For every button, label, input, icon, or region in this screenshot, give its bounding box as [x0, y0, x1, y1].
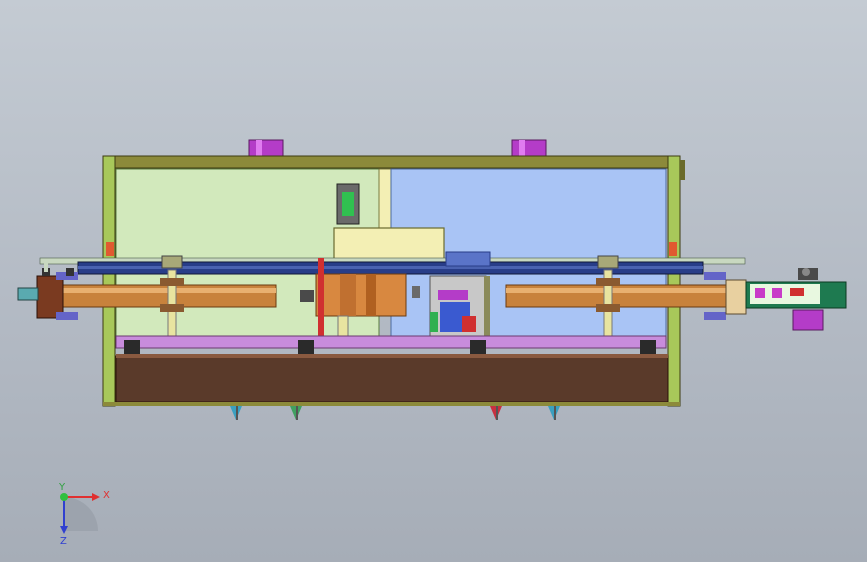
side-bracket-right	[669, 242, 677, 256]
x-axis-label: X	[103, 490, 110, 501]
support-feet	[230, 406, 560, 420]
conveyor-rail	[39, 257, 746, 275]
sensor-box	[336, 183, 360, 225]
machine-base	[115, 355, 669, 403]
belt-right	[505, 284, 731, 308]
top-motor-left	[248, 139, 284, 157]
base-bottom-strip	[103, 402, 680, 406]
top-motor-right	[511, 139, 547, 157]
lower-rail	[115, 335, 667, 349]
cad-viewport[interactable]: X Y Z	[0, 0, 867, 562]
side-bracket-left	[106, 242, 114, 256]
y-axis-label: Y	[58, 482, 66, 493]
z-axis-label: Z	[60, 536, 67, 547]
coordinate-triad: X Y Z	[58, 482, 110, 547]
base-top-strip	[116, 354, 668, 358]
